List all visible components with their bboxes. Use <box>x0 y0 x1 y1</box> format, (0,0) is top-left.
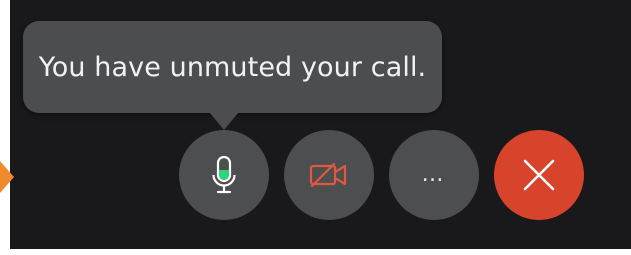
video-off-icon <box>309 161 349 189</box>
side-arrow-indicator <box>0 161 14 193</box>
more-dots-icon: … <box>421 162 447 187</box>
tooltip-message: You have unmuted your call. <box>38 51 427 83</box>
microphone-button[interactable] <box>179 130 269 220</box>
close-icon <box>522 158 556 192</box>
more-options-button[interactable]: … <box>389 130 479 220</box>
video-toggle-button[interactable] <box>284 130 374 220</box>
microphone-icon <box>211 155 237 195</box>
mute-status-tooltip: You have unmuted your call. <box>23 21 442 130</box>
call-window: You have unmuted your call. … <box>0 0 631 255</box>
end-call-button[interactable] <box>494 130 584 220</box>
